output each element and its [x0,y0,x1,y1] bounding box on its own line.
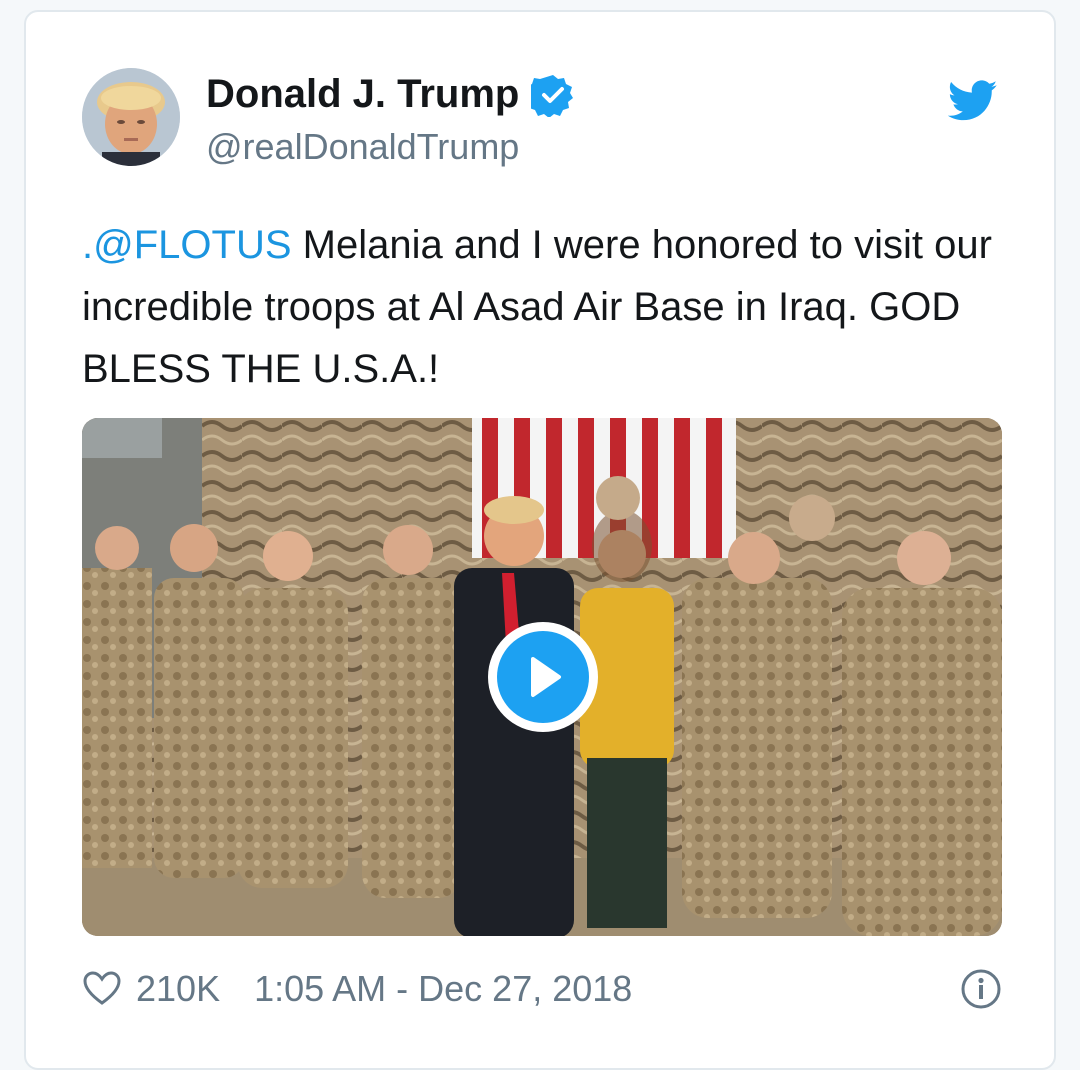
author-name-row[interactable]: Donald J. Trump [206,72,575,117]
twitter-bird-icon[interactable] [948,80,998,122]
play-button[interactable] [488,622,598,732]
mention-link[interactable]: .@FLOTUS [82,223,292,267]
author-name[interactable]: Donald J. Trump [206,72,519,117]
info-icon[interactable] [960,968,1002,1010]
heart-icon[interactable] [82,969,122,1009]
tweet-text: .@FLOTUS Melania and I were honored to v… [82,214,1022,400]
play-circle[interactable] [497,631,589,723]
like-count[interactable]: 210K [136,968,220,1010]
video-media[interactable] [82,418,1002,936]
tweet-footer: 210K 1:05 AM - Dec 27, 2018 [82,964,1002,1014]
timestamp[interactable]: 1:05 AM - Dec 27, 2018 [254,968,632,1010]
verified-badge-icon [531,74,574,117]
author-handle[interactable]: @realDonaldTrump [206,126,519,168]
play-icon[interactable] [523,655,563,699]
avatar[interactable] [82,68,180,166]
tweet-card[interactable]: Donald J. Trump @realDonaldTrump .@FLOTU… [24,10,1056,1070]
